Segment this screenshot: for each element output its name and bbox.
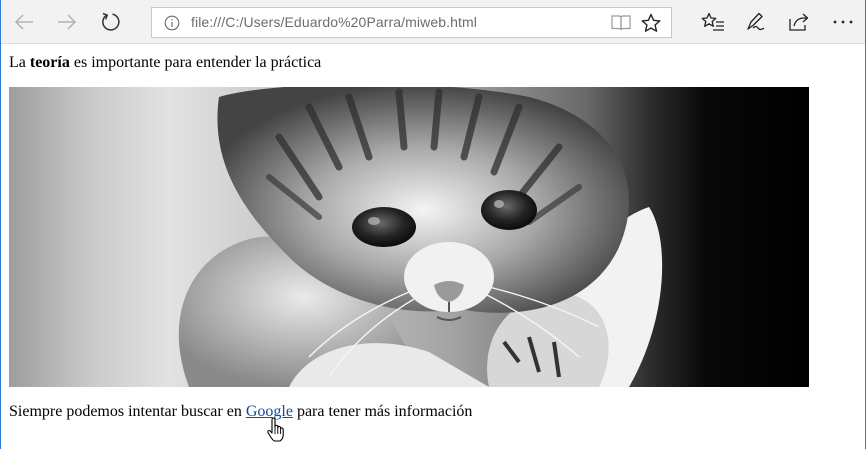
para1-text-start: La <box>9 54 30 71</box>
theory-paragraph: La teoría es importante para entender la… <box>9 54 321 72</box>
info-icon[interactable] <box>164 15 180 31</box>
para2-text-end: para tener más información <box>292 403 473 420</box>
share-icon <box>789 13 809 31</box>
more-button[interactable] <box>828 7 858 37</box>
star-icon[interactable] <box>640 12 662 34</box>
refresh-button[interactable] <box>95 6 127 38</box>
para2-text-start: Siempre podemos intentar buscar en <box>9 403 246 420</box>
hand-cursor-icon <box>267 417 284 442</box>
pen-icon <box>747 12 765 31</box>
page-content: La teoría es importante para entender la… <box>1 45 865 449</box>
back-button[interactable] <box>8 6 40 38</box>
address-bar[interactable]: file:///C:/Users/Eduardo%20Parra/miweb.h… <box>151 7 672 38</box>
url-text[interactable]: file:///C:/Users/Eduardo%20Parra/miweb.h… <box>191 14 477 30</box>
arrow-right-icon <box>58 14 77 30</box>
share-button[interactable] <box>784 7 814 37</box>
favorites-hub-button[interactable] <box>698 7 728 37</box>
arrow-left-icon <box>14 14 33 30</box>
forward-button[interactable] <box>51 6 83 38</box>
reading-view-icon[interactable] <box>610 13 632 33</box>
web-notes-button[interactable] <box>741 7 771 37</box>
para1-text-end: es importante para entender la práctica <box>69 54 322 71</box>
search-paragraph: Siempre podemos intentar buscar en Googl… <box>9 403 472 421</box>
more-icon <box>833 20 853 24</box>
kitten-photo <box>9 87 809 387</box>
favorites-hub-icon <box>701 12 724 31</box>
browser-toolbar: file:///C:/Users/Eduardo%20Parra/miweb.h… <box>1 0 865 44</box>
refresh-icon <box>102 12 120 31</box>
para1-bold-word: teoría <box>29 54 70 71</box>
